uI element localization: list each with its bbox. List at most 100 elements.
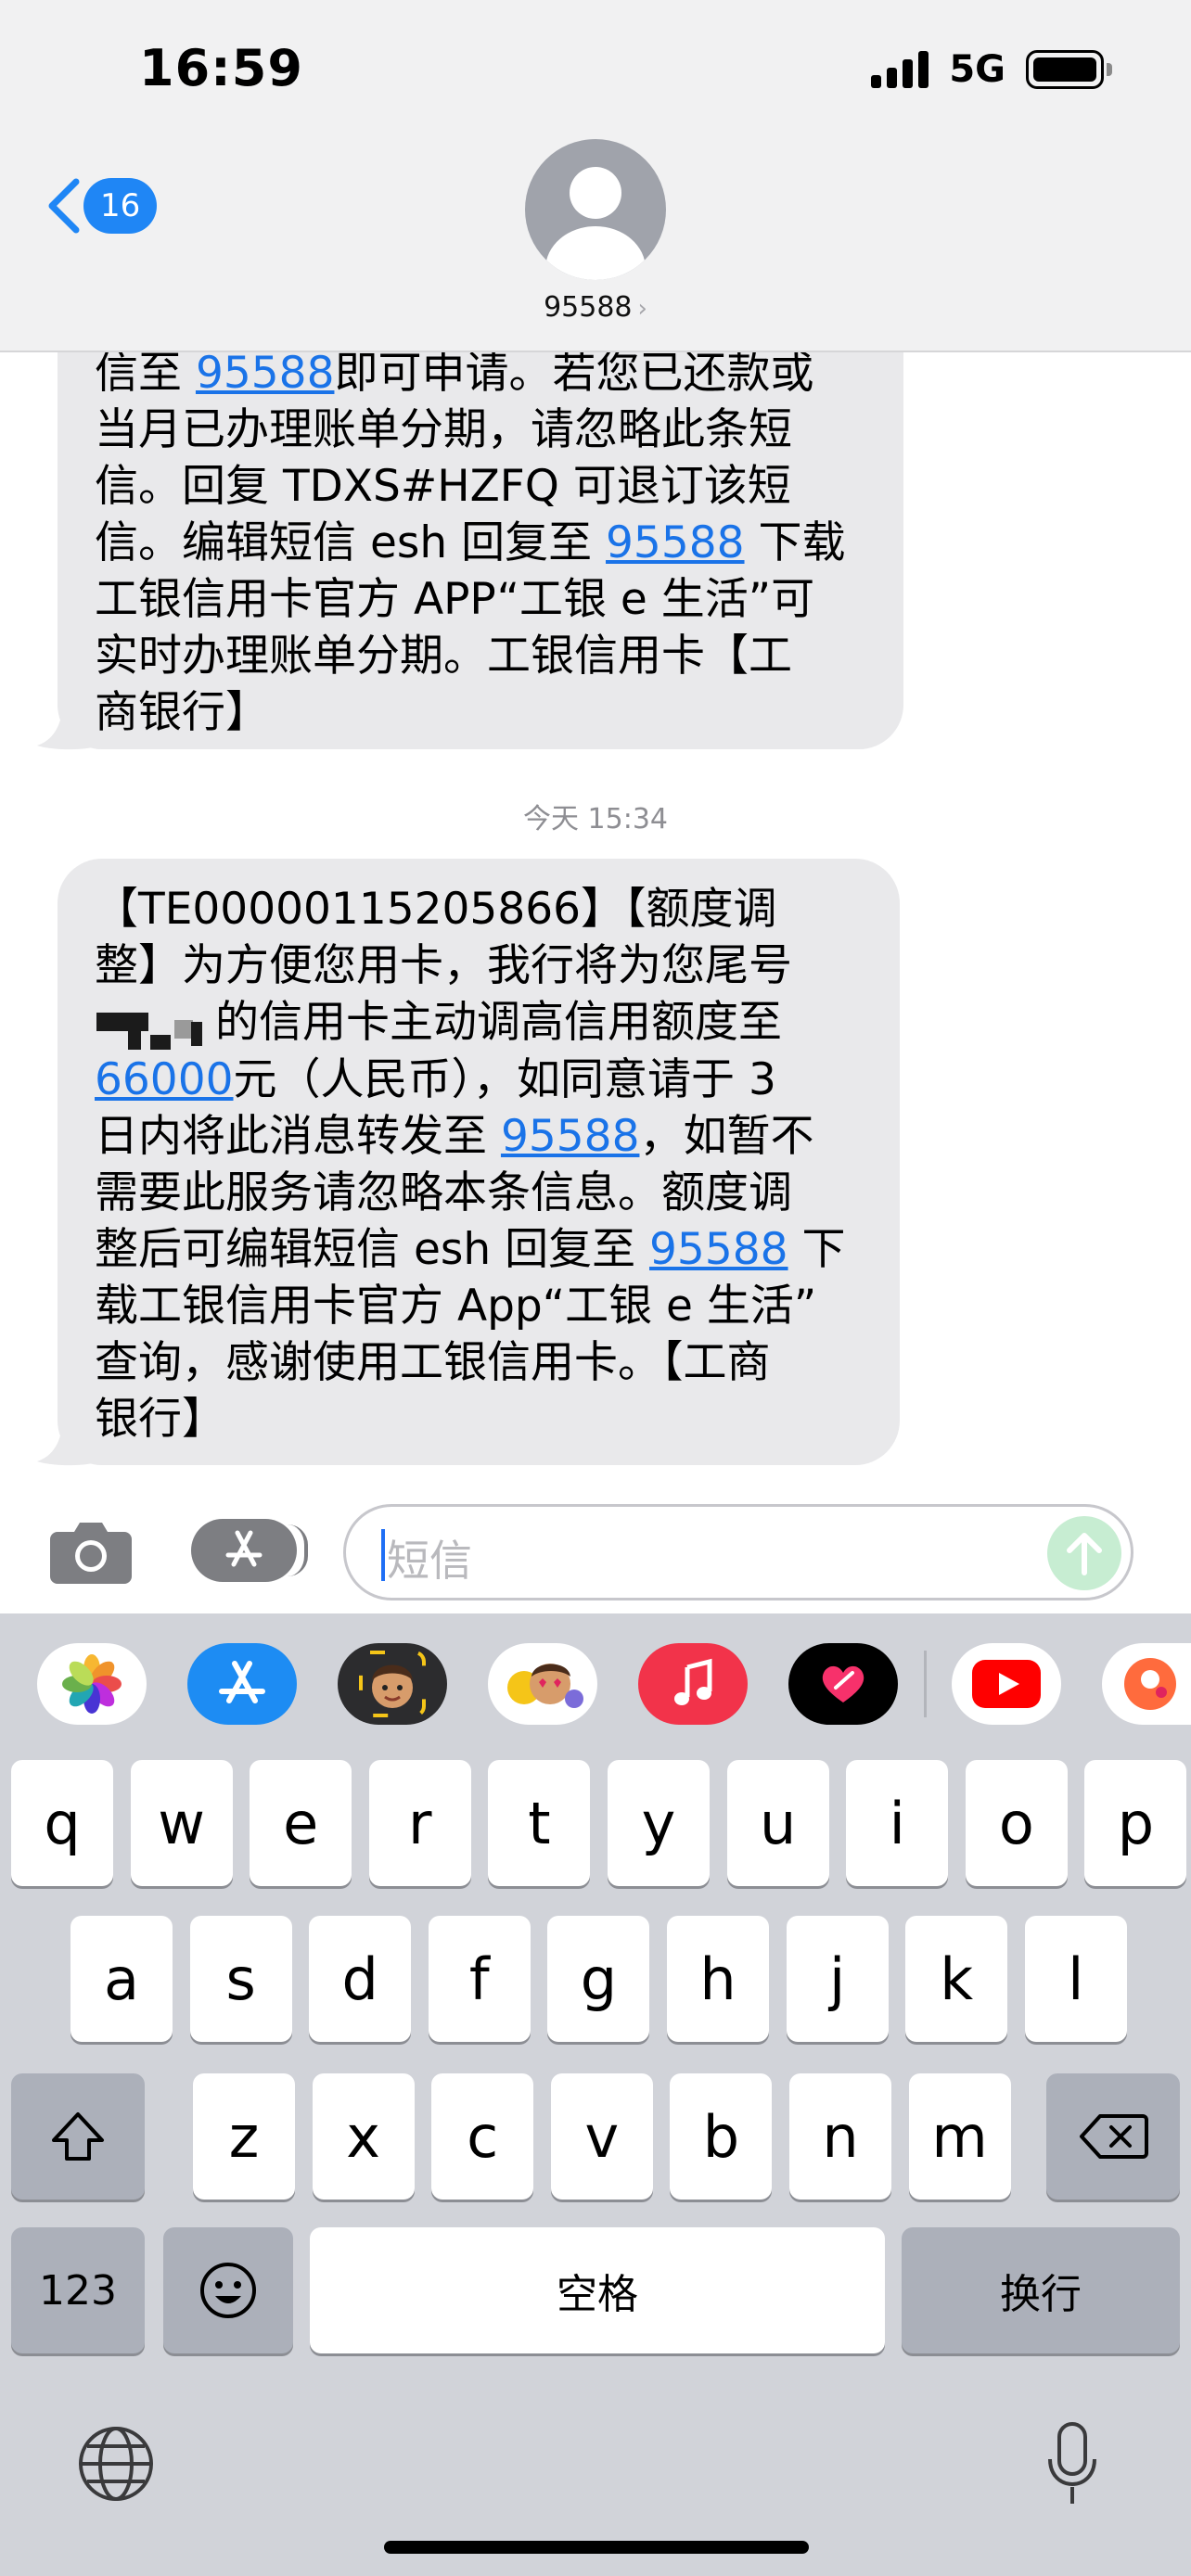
message-link[interactable]: 66000 bbox=[95, 1054, 234, 1105]
message-link[interactable]: 95588 bbox=[649, 1224, 788, 1275]
app-store-button[interactable] bbox=[191, 1519, 308, 1582]
globe-button[interactable] bbox=[76, 2424, 156, 2504]
message-text: 日内将此消息转发至 bbox=[95, 1110, 501, 1162]
message-line: 银行】 bbox=[95, 1391, 863, 1447]
message-line: 当月已办理账单分期，请忽略此条短 bbox=[95, 402, 866, 458]
key-y[interactable]: y bbox=[608, 1760, 710, 1886]
youtube-app-icon[interactable] bbox=[952, 1643, 1061, 1725]
key-e[interactable]: e bbox=[250, 1760, 352, 1886]
message-link[interactable]: 95588 bbox=[501, 1111, 640, 1162]
compose-bar: 短信 bbox=[0, 1484, 1191, 1613]
key-m[interactable]: m bbox=[908, 2073, 1011, 2200]
key-p[interactable]: p bbox=[1084, 1760, 1187, 1886]
contact-name[interactable]: 95588 › bbox=[0, 291, 1191, 324]
message-line: 需要此服务请忽略本条信息。额度调 bbox=[95, 1165, 863, 1221]
unread-count-badge: 16 bbox=[83, 178, 158, 234]
key-s[interactable]: s bbox=[189, 1916, 292, 2042]
backspace-icon bbox=[1080, 2114, 1148, 2159]
key-j[interactable]: j bbox=[786, 1916, 889, 2042]
photos-app-icon[interactable] bbox=[37, 1643, 147, 1725]
key-v[interactable]: v bbox=[550, 2073, 653, 2200]
camera-button[interactable] bbox=[48, 1519, 134, 1588]
shift-key[interactable] bbox=[11, 2073, 145, 2200]
message-input[interactable]: 短信 bbox=[343, 1504, 1133, 1600]
message-line: 【TE00000115205866】【额度调 bbox=[95, 881, 863, 937]
key-n[interactable]: n bbox=[789, 2073, 891, 2200]
network-type: 5G bbox=[949, 48, 1005, 91]
key-u[interactable]: u bbox=[726, 1760, 829, 1886]
message-text: 信。编辑短信 esh 回复至 bbox=[95, 517, 607, 568]
delete-key[interactable] bbox=[1046, 2073, 1180, 2200]
cellular-signal-icon bbox=[871, 51, 929, 88]
message-text: 实时办理账单分期。工银信用卡【工 bbox=[95, 631, 792, 682]
message-timestamp: 今天 15:34 bbox=[523, 803, 668, 835]
app-strip-divider bbox=[924, 1651, 927, 1717]
microphone-icon bbox=[1048, 2422, 1096, 2504]
bubble-tail bbox=[37, 1421, 93, 1466]
digital-touch-app-icon[interactable] bbox=[788, 1643, 898, 1725]
message-text: 即可申请。若您已还款或 bbox=[334, 348, 814, 399]
key-h[interactable]: h bbox=[667, 1916, 769, 2042]
key-a[interactable]: a bbox=[70, 1916, 173, 2042]
message-link[interactable]: 95588 bbox=[606, 517, 745, 568]
message-text: 下 bbox=[788, 1223, 846, 1275]
animoji-stickers-app-icon[interactable] bbox=[488, 1643, 597, 1725]
key-w[interactable]: w bbox=[130, 1760, 233, 1886]
message-link[interactable]: 95588 bbox=[196, 348, 335, 399]
person-icon bbox=[545, 167, 646, 280]
message-text: 的信用卡主动调高信用额度至 bbox=[215, 997, 782, 1048]
key-g[interactable]: g bbox=[547, 1916, 650, 2042]
key-x[interactable]: x bbox=[312, 2073, 415, 2200]
key-c[interactable]: c bbox=[431, 2073, 534, 2200]
chevron-right-icon: › bbox=[637, 295, 647, 323]
key-t[interactable]: t bbox=[488, 1760, 591, 1886]
arrow-up-icon bbox=[1067, 1533, 1102, 1575]
key-k[interactable]: k bbox=[905, 1916, 1008, 2042]
message-line: 信。编辑短信 esh 回复至 95588 下载 bbox=[95, 515, 866, 571]
redacted-area bbox=[95, 1000, 215, 1052]
shift-icon bbox=[52, 2112, 104, 2161]
conversation-header: 16:59 5G 16 95588 › bbox=[0, 0, 1191, 352]
key-l[interactable]: l bbox=[1024, 1916, 1127, 2042]
emoji-key[interactable] bbox=[163, 2227, 293, 2353]
send-button[interactable] bbox=[1047, 1516, 1121, 1590]
key-r[interactable]: r bbox=[368, 1760, 471, 1886]
message-line: 工银信用卡官方 APP“工银 e 生活”可 bbox=[95, 571, 866, 628]
emoji-icon bbox=[200, 2263, 256, 2318]
status-time: 16:59 bbox=[139, 39, 303, 97]
camera-icon bbox=[50, 1523, 132, 1584]
key-i[interactable]: i bbox=[846, 1760, 949, 1886]
message-text: 信。回复 TDXS#HZFQ 可退订该短 bbox=[95, 461, 791, 512]
key-b[interactable]: b bbox=[670, 2073, 773, 2200]
space-key[interactable]: 空格 bbox=[310, 2227, 885, 2353]
keyboard: qwertyuiop asdfghjkl zxcvbnm 123 空格 换行 bbox=[0, 1613, 1191, 2576]
message-input-placeholder: 短信 bbox=[387, 1536, 472, 1586]
message-text: 整】为方便您用卡，我行将为您尾号 bbox=[95, 940, 792, 991]
key-d[interactable]: d bbox=[309, 1916, 412, 2042]
message-text: 载工银信用卡官方 App“工银 e 生活” bbox=[95, 1280, 817, 1332]
numbers-key[interactable]: 123 bbox=[11, 2227, 145, 2353]
partial-app-icon[interactable] bbox=[1102, 1643, 1191, 1725]
app-strip bbox=[0, 1613, 1191, 1753]
home-indicator[interactable] bbox=[384, 2541, 809, 2554]
app-store-icon bbox=[225, 1530, 263, 1567]
music-app-icon[interactable] bbox=[638, 1643, 748, 1725]
key-f[interactable]: f bbox=[428, 1916, 531, 2042]
key-q[interactable]: q bbox=[11, 1760, 113, 1886]
message-text: 需要此服务请忽略本条信息。额度调 bbox=[95, 1167, 792, 1218]
contact-avatar[interactable] bbox=[525, 139, 666, 280]
bubble-tail bbox=[37, 705, 93, 750]
return-key[interactable]: 换行 bbox=[902, 2227, 1180, 2353]
key-z[interactable]: z bbox=[193, 2073, 295, 2200]
key-o[interactable]: o bbox=[965, 1760, 1068, 1886]
message-line: 载工银信用卡官方 App“工银 e 生活” bbox=[95, 1278, 863, 1334]
message-text: 查询，感谢使用工银信用卡。【工商 bbox=[95, 1336, 771, 1388]
status-indicators: 5G bbox=[871, 48, 1112, 91]
dictation-button[interactable] bbox=[1044, 2420, 1100, 2507]
message-bubble-1[interactable]: 信至 95588即可申请。若您已还款或 当月已办理账单分期，请忽略此条短 信。回复 … bbox=[58, 306, 903, 749]
back-button[interactable]: 16 bbox=[45, 176, 158, 236]
memoji-app-icon[interactable] bbox=[338, 1643, 447, 1725]
message-line: 的信用卡主动调高信用额度至 bbox=[95, 994, 863, 1052]
message-bubble-2[interactable]: 【TE00000115205866】【额度调 整】为方便您用卡，我行将为您尾号的信… bbox=[58, 859, 900, 1465]
app-store-app-icon[interactable] bbox=[187, 1643, 297, 1725]
